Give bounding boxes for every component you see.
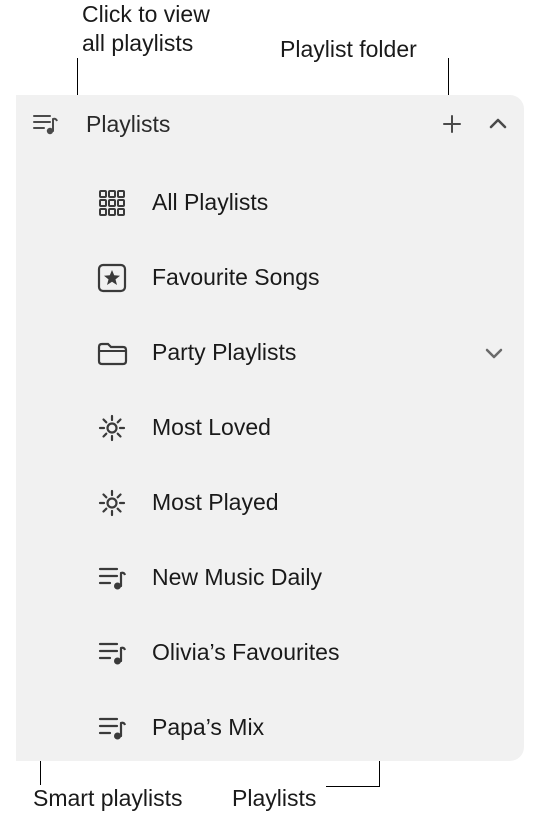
leader-line — [326, 786, 380, 787]
gear-icon — [94, 485, 130, 521]
callout-playlist-folder: Playlist folder — [280, 35, 417, 64]
sidebar-item-most-played[interactable]: Most Played — [16, 465, 524, 540]
list-item-label: Most Played — [130, 489, 279, 516]
playlist-icon — [94, 710, 130, 746]
playlist-icon — [94, 560, 130, 596]
sidebar-item-most-loved[interactable]: Most Loved — [16, 390, 524, 465]
sidebar-item-papas-mix[interactable]: Papa’s Mix — [16, 690, 524, 761]
list-item-label: Favourite Songs — [130, 264, 319, 291]
list-item-label: New Music Daily — [130, 564, 322, 591]
list-item-label: Papa’s Mix — [130, 714, 264, 741]
list-item-label: Most Loved — [130, 414, 271, 441]
sidebar-item-favourite-songs[interactable]: Favourite Songs — [16, 240, 524, 315]
list-item-label: Olivia’s Favourites — [130, 639, 339, 666]
grid-icon — [94, 185, 130, 221]
callout-all-playlists: Click to view all playlists — [82, 0, 210, 58]
sidebar-title: Playlists — [66, 111, 438, 138]
collapse-playlists-button[interactable] — [484, 110, 512, 138]
list-item-label: Party Playlists — [130, 339, 296, 366]
playlists-list: All Playlists Favourite Songs Party Play… — [16, 153, 524, 761]
list-item-label: All Playlists — [130, 189, 268, 216]
folder-icon — [94, 335, 130, 371]
star-box-icon — [94, 260, 130, 296]
callout-playlists: Playlists — [232, 784, 316, 813]
playlist-icon — [94, 635, 130, 671]
playlists-sidebar: Playlists — [16, 95, 524, 761]
sidebar-header: Playlists — [16, 95, 524, 153]
expand-folder-button[interactable] — [484, 346, 504, 360]
gear-icon — [94, 410, 130, 446]
playlists-header-icon — [26, 113, 66, 135]
callout-smart-playlists: Smart playlists — [33, 784, 183, 813]
sidebar-item-party-playlists-folder[interactable]: Party Playlists — [16, 315, 524, 390]
sidebar-item-olivias-favourites[interactable]: Olivia’s Favourites — [16, 615, 524, 690]
sidebar-item-all-playlists[interactable]: All Playlists — [16, 165, 524, 240]
add-playlist-button[interactable] — [438, 110, 466, 138]
sidebar-item-new-music-daily[interactable]: New Music Daily — [16, 540, 524, 615]
